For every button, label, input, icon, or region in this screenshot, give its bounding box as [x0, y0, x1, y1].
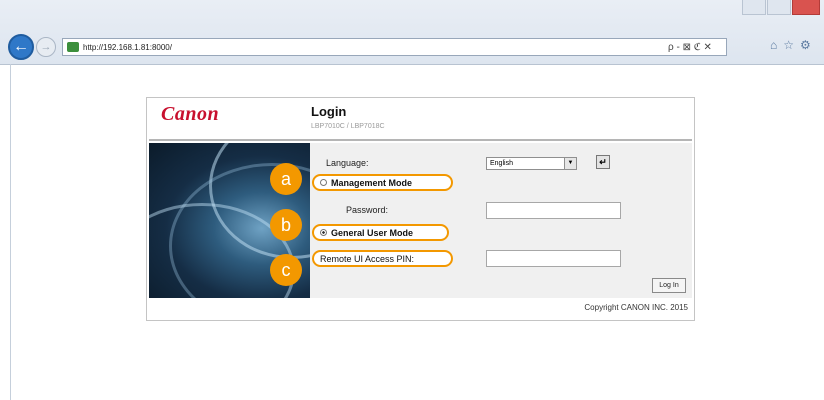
forward-arrow-icon: → [40, 41, 52, 53]
remote-ui-pin-callout: Remote UI Access PIN: [312, 250, 453, 267]
language-label: Language: [326, 158, 369, 168]
home-icon[interactable]: ⌂ [770, 38, 777, 52]
general-user-mode-option[interactable]: General User Mode [312, 224, 449, 241]
login-panel: Canon Login LBP7010C / LBP7018C Language… [146, 97, 695, 321]
page-title: Login [311, 104, 347, 119]
password-field[interactable] [486, 202, 621, 219]
device-model: LBP7010C / LBP7018C [311, 123, 385, 130]
management-mode-radio[interactable] [320, 179, 327, 186]
language-select[interactable]: English ▼ [486, 157, 577, 170]
tools-icon[interactable]: ⚙ [800, 38, 811, 52]
remote-ui-pin-field[interactable] [486, 250, 621, 267]
close-button[interactable] [792, 0, 820, 15]
forward-button[interactable]: → [36, 37, 56, 57]
callout-badge-a: a [270, 163, 302, 195]
management-mode-label: Management Mode [331, 177, 413, 188]
back-arrow-icon: ← [13, 38, 29, 55]
minimize-button[interactable] [742, 0, 766, 15]
left-border-line [10, 64, 11, 400]
apply-language-button[interactable]: ↵ [596, 155, 610, 169]
general-user-mode-label: General User Mode [331, 227, 414, 238]
login-button[interactable]: Log In [652, 278, 686, 293]
management-mode-option[interactable]: Management Mode [312, 174, 453, 191]
maximize-button[interactable] [767, 0, 791, 15]
login-form: Language: English ▼ ↵ Management Mode Pa… [310, 143, 692, 298]
address-tools[interactable]: ρ - ⊠ ℭ ✕ [668, 38, 712, 56]
favorites-icon[interactable]: ☆ [783, 38, 794, 52]
callout-badge-c: c [270, 254, 302, 286]
remote-ui-pin-label: Remote UI Access PIN: [320, 253, 415, 264]
canon-logo: Canon [161, 103, 220, 125]
general-user-mode-radio[interactable] [320, 229, 327, 236]
password-label: Password: [346, 205, 389, 215]
return-arrow-icon: ↵ [599, 157, 607, 167]
site-icon [67, 42, 79, 52]
callout-badge-b: b [270, 209, 302, 241]
address-bar[interactable]: http://192.168.1.81:8000/ [62, 38, 727, 56]
address-url: http://192.168.1.81:8000/ [83, 42, 172, 52]
window-controls [742, 0, 820, 15]
header-divider [149, 139, 692, 141]
chevron-down-icon[interactable]: ▼ [564, 158, 576, 169]
copyright-text: Copyright CANON INC. 2015 [584, 303, 688, 312]
language-value: English [490, 160, 513, 167]
back-button[interactable]: ← [8, 34, 34, 60]
browser-chrome: ← → http://192.168.1.81:8000/ ρ - ⊠ ℭ ✕ … [0, 0, 824, 65]
browser-toolbar-icons: ⌂ ☆ ⚙ [770, 38, 811, 52]
